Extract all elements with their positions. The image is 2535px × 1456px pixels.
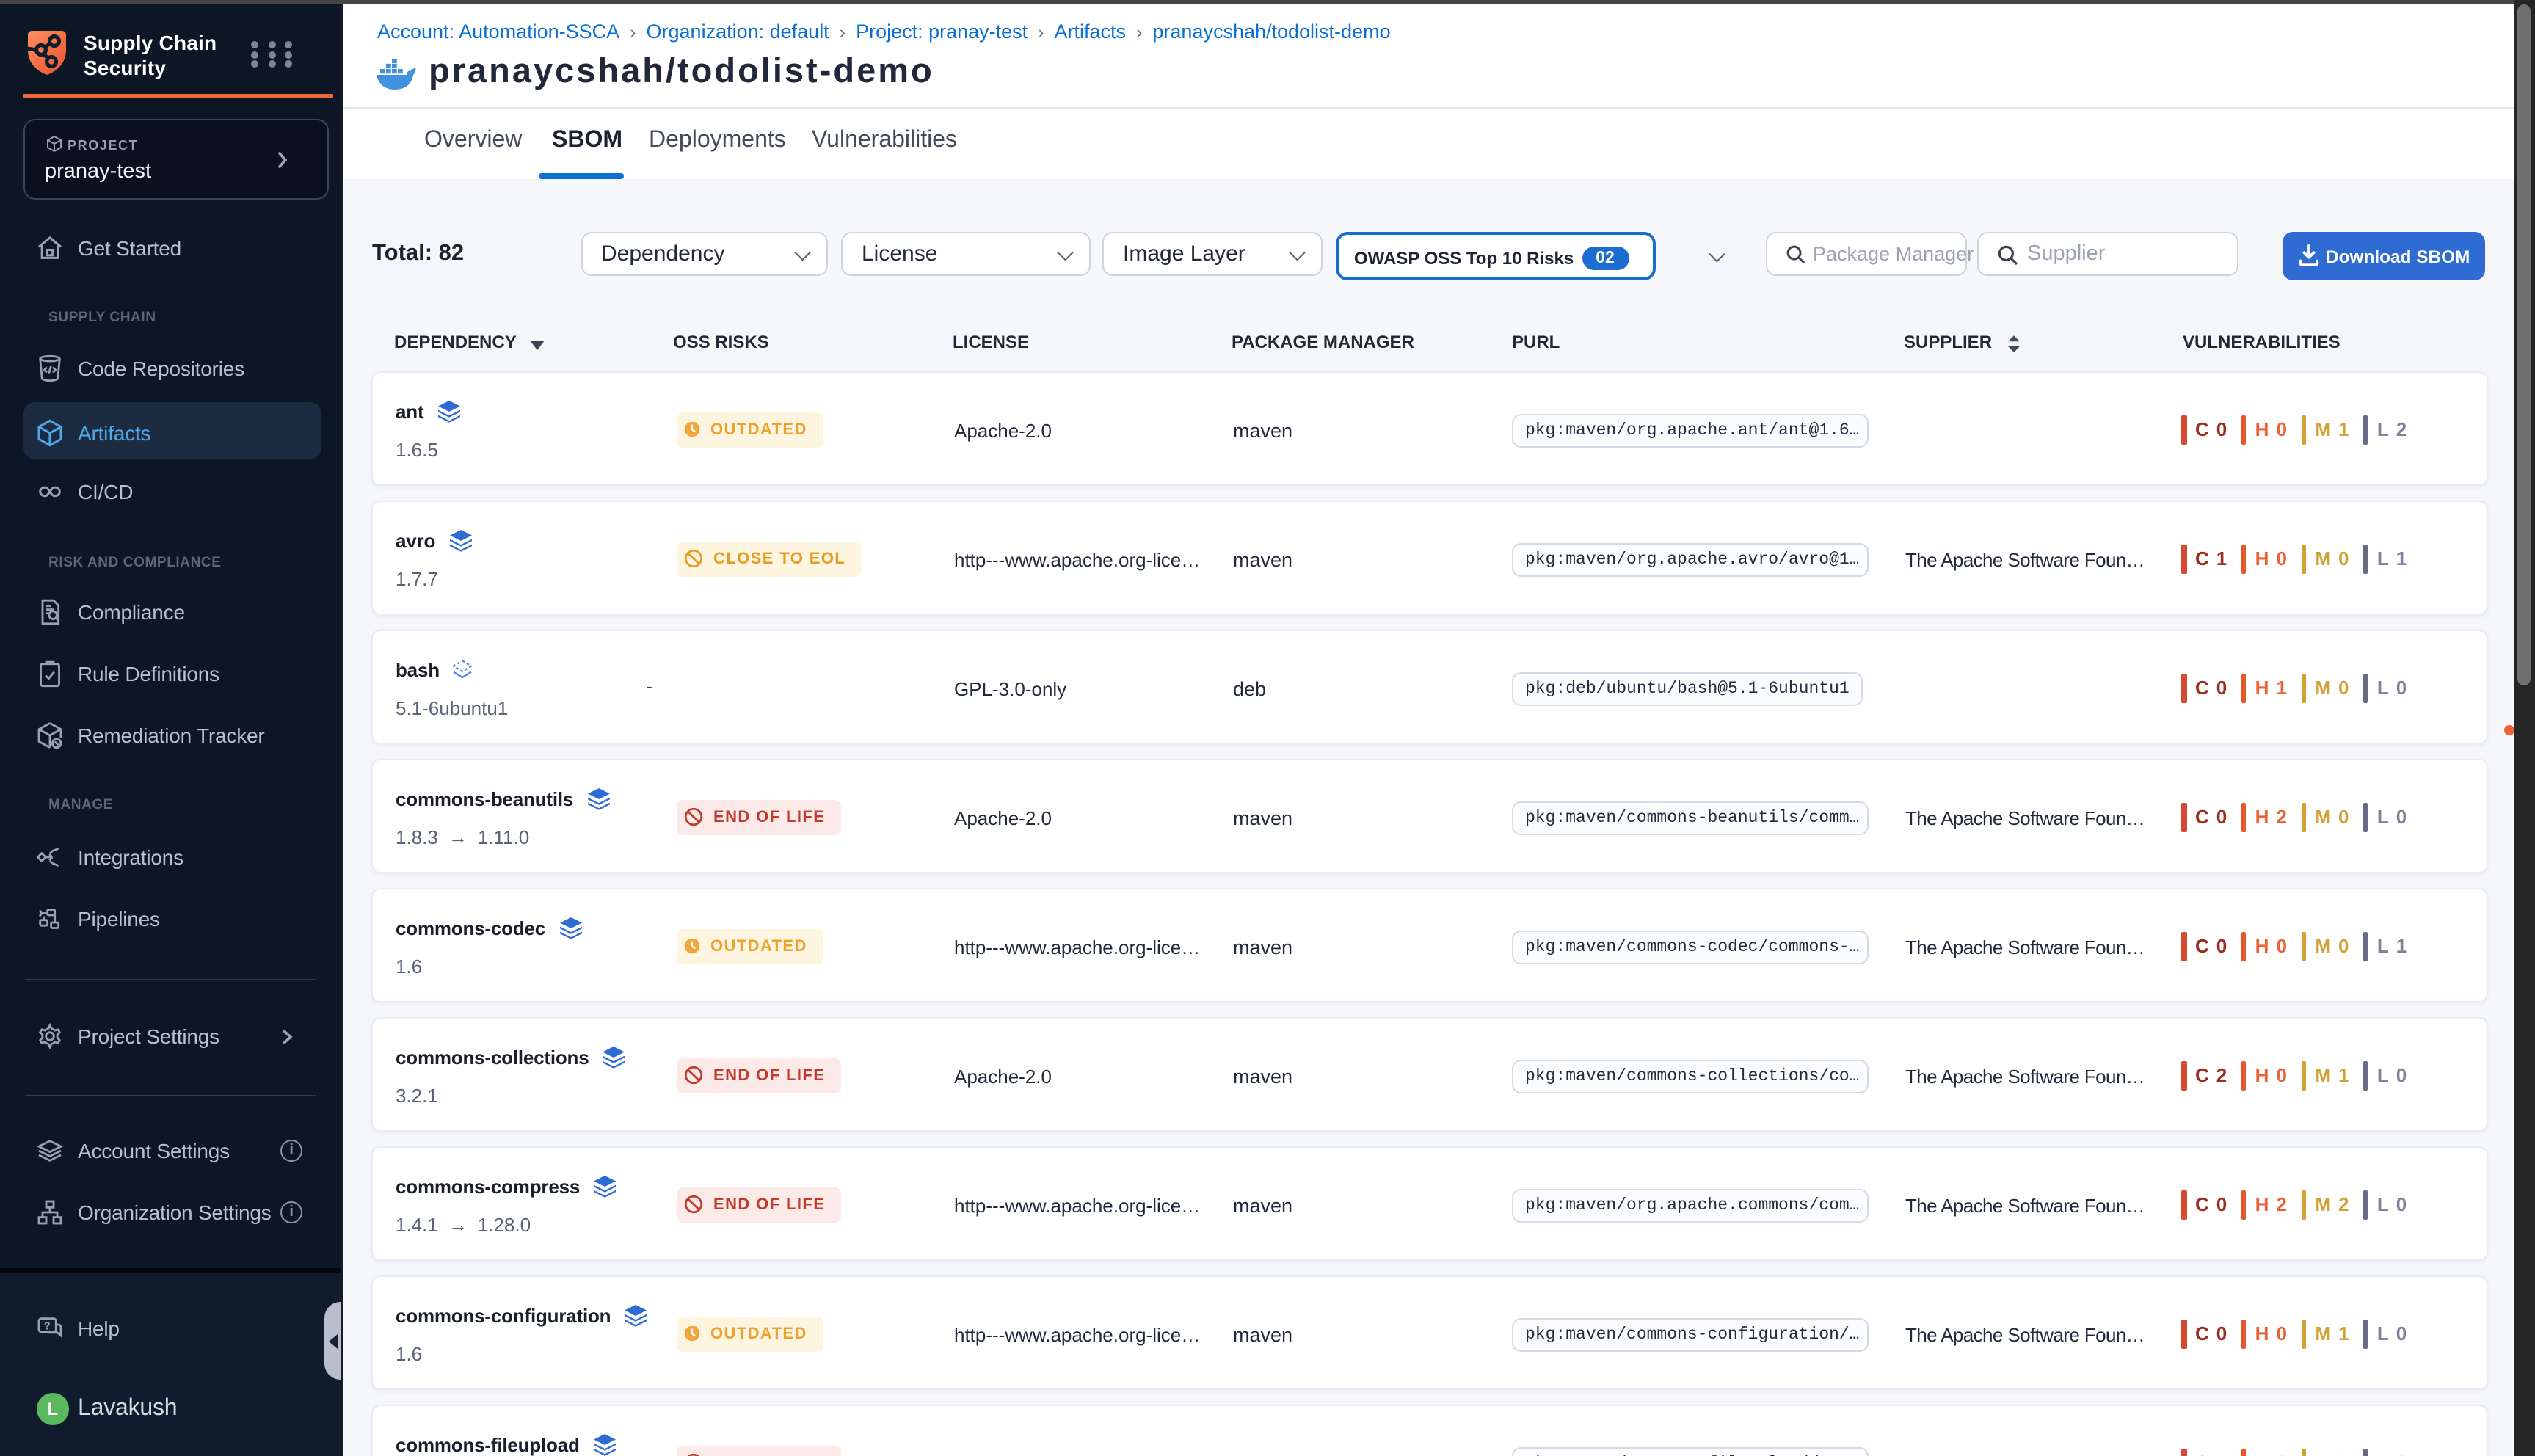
svg-text:?: ?	[44, 1320, 51, 1333]
